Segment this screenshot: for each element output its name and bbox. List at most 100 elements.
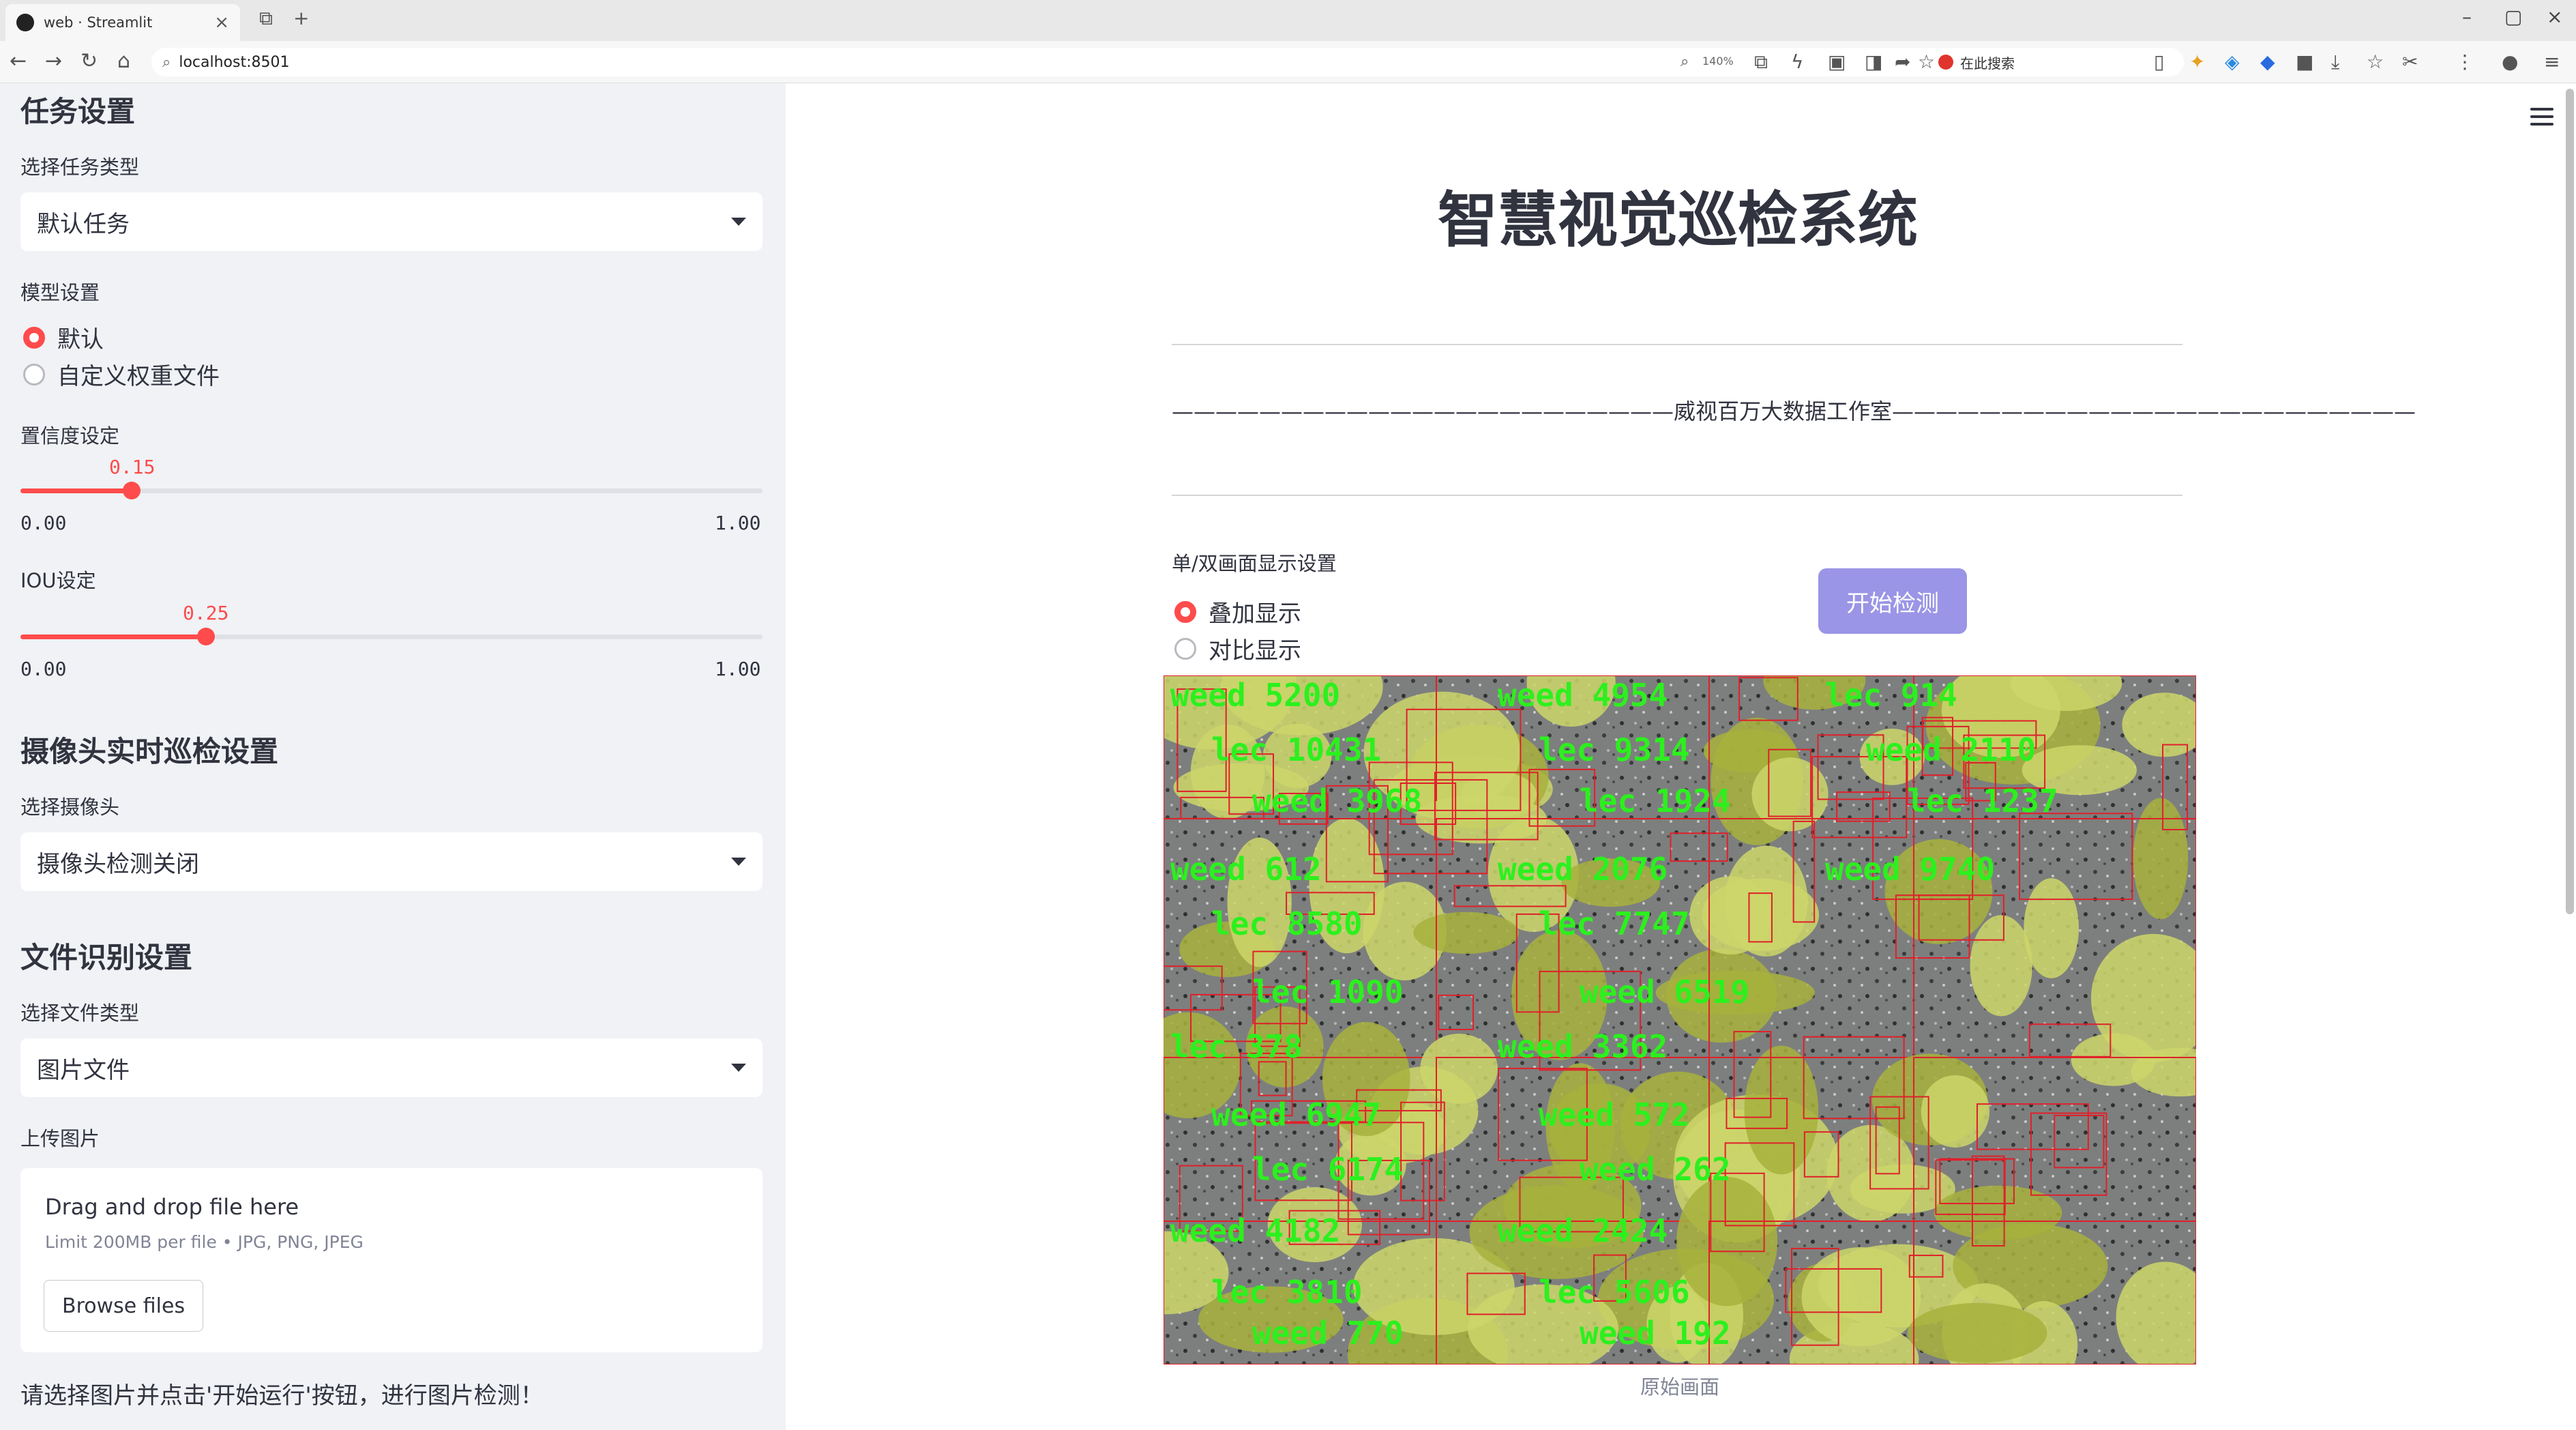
detection-label: weed 4182 bbox=[1170, 1212, 1340, 1249]
zoom-level: 140% bbox=[1702, 55, 1734, 68]
detection-label: weed 3362 bbox=[1498, 1028, 1668, 1065]
restore-icon[interactable]: ▢ bbox=[2504, 5, 2522, 28]
close-tab-icon[interactable]: × bbox=[214, 12, 229, 33]
display-option-overlay[interactable]: 叠加显示 bbox=[1174, 595, 1301, 628]
detection-label: lec 914 bbox=[1825, 677, 1957, 714]
tab-groups-icon[interactable]: ⧉ bbox=[259, 7, 273, 30]
detection-label: lec 378 bbox=[1170, 1028, 1303, 1065]
detection-label: lec 3810 bbox=[1211, 1274, 1363, 1311]
iou-min: 0.00 bbox=[20, 658, 67, 680]
model-option-default[interactable]: 默认 bbox=[23, 321, 104, 354]
iou-label: IOU设定 bbox=[20, 569, 96, 592]
download-icon[interactable]: ⤓ bbox=[2331, 50, 2339, 74]
main-scrollbar[interactable] bbox=[2566, 89, 2574, 914]
iou-value: 0.25 bbox=[183, 602, 229, 624]
hamburger-menu-icon[interactable] bbox=[2530, 108, 2553, 130]
studio-subtitle: ———————————————————————威视百万大数据工作室———————… bbox=[1172, 398, 2416, 424]
mobile-icon[interactable]: ▯ bbox=[2154, 50, 2164, 73]
cut-icon[interactable]: ✂ bbox=[2402, 50, 2418, 73]
zoom-icon[interactable]: ⌕ bbox=[1681, 53, 1689, 70]
share-icon[interactable]: ➦ bbox=[1895, 50, 1910, 73]
detection-label: weed 4954 bbox=[1498, 677, 1668, 714]
extension-ai-icon[interactable]: ✦ bbox=[2189, 50, 2205, 73]
confidence-slider[interactable] bbox=[20, 482, 763, 499]
confidence-max: 1.00 bbox=[715, 512, 761, 534]
sidebar-toggle-icon[interactable]: ◨ bbox=[1865, 50, 1882, 73]
image-caption: 原始画面 bbox=[1640, 1375, 1719, 1399]
detection-result-image: weed 5200 lec 10431 weed 3968 weed 612 lec 8… bbox=[1164, 675, 2196, 1365]
detection-label: weed 192 bbox=[1580, 1315, 1731, 1352]
chevron-down-icon bbox=[731, 218, 746, 226]
task-type-value: 默认任务 bbox=[37, 210, 130, 238]
extension-cube-icon[interactable]: ◈ bbox=[2225, 50, 2240, 73]
leaf-blob bbox=[1751, 757, 1829, 832]
detection-label: lec 8580 bbox=[1211, 905, 1363, 942]
display-option-compare[interactable]: 对比显示 bbox=[1174, 632, 1301, 665]
confidence-value: 0.15 bbox=[109, 456, 156, 478]
leaf-blob bbox=[1744, 1045, 1819, 1175]
camera-select[interactable]: 摄像头检测关闭 bbox=[20, 832, 763, 891]
confidence-label: 置信度设定 bbox=[20, 424, 120, 448]
drop-text: Drag and drop file here bbox=[45, 1194, 299, 1220]
more-icon[interactable]: ⋮ bbox=[2455, 50, 2474, 73]
extension-dark-icon[interactable]: ■ bbox=[2296, 50, 2313, 73]
minimize-icon[interactable]: – bbox=[2462, 5, 2472, 28]
leaf-blob bbox=[1907, 1302, 2047, 1363]
detection-label: weed 770 bbox=[1252, 1315, 1404, 1352]
screenshot-icon[interactable]: ▣ bbox=[1828, 50, 1846, 73]
lightning-icon[interactable]: ϟ bbox=[1791, 50, 1803, 73]
task-type-label: 选择任务类型 bbox=[20, 156, 140, 179]
detection-label: lec 5606 bbox=[1539, 1274, 1690, 1311]
radio-selected-icon bbox=[1174, 600, 1196, 623]
radio-selected-icon bbox=[23, 326, 45, 349]
streamlit-favicon-icon bbox=[16, 14, 34, 31]
bookmarks-icon[interactable]: ☆ bbox=[2367, 50, 2384, 73]
file-type-select[interactable]: 图片文件 bbox=[20, 1038, 763, 1097]
leaf-blob bbox=[2133, 798, 2189, 920]
translate-icon[interactable]: ⧉ bbox=[1754, 50, 1768, 74]
upload-label: 上传图片 bbox=[20, 1127, 100, 1150]
display-option-compare-label: 对比显示 bbox=[1209, 637, 1301, 665]
browser-tab[interactable]: web · Streamlit × bbox=[5, 4, 240, 41]
leaf-blob bbox=[1970, 915, 2032, 1017]
camera-section-title: 摄像头实时巡检设置 bbox=[20, 735, 279, 768]
back-icon[interactable]: ← bbox=[10, 49, 27, 73]
reload-icon[interactable]: ↻ bbox=[80, 49, 98, 73]
task-type-select[interactable]: 默认任务 bbox=[20, 192, 763, 251]
confidence-slider-thumb[interactable] bbox=[123, 482, 141, 499]
favorite-icon[interactable]: ☆ bbox=[1918, 50, 1935, 73]
iou-max: 1.00 bbox=[715, 658, 761, 680]
detection-label: weed 2110 bbox=[1866, 731, 2036, 768]
start-detection-button[interactable]: 开始检测 bbox=[1818, 568, 1967, 634]
browse-files-button[interactable]: Browse files bbox=[44, 1280, 204, 1332]
iou-slider-thumb[interactable] bbox=[197, 628, 215, 645]
search-engine-icon bbox=[1938, 55, 1953, 70]
extension-translate-icon[interactable]: ◆ bbox=[2260, 50, 2275, 73]
detection-label: weed 3968 bbox=[1252, 783, 1422, 819]
forward-icon[interactable]: → bbox=[45, 49, 62, 73]
upload-hint: 请选择图片并点击'开始运行'按钮，进行图片检测！ bbox=[20, 1382, 544, 1410]
search-engine-box[interactable]: 在此搜索 bbox=[1938, 49, 2143, 75]
detection-label: weed 612 bbox=[1170, 851, 1322, 888]
confidence-slider-fill bbox=[20, 488, 132, 493]
detection-label: lec 7747 bbox=[1539, 905, 1690, 942]
chevron-down-icon bbox=[731, 1064, 746, 1072]
browser-toolbar: ← → ↻ ⌂ ⌕ localhost:8501 ⌕ 140% ⧉ ϟ ▣ ◨ … bbox=[0, 41, 2576, 83]
new-tab-icon[interactable]: + bbox=[293, 7, 309, 29]
tab-title: web · Streamlit bbox=[44, 14, 153, 31]
close-window-icon[interactable]: × bbox=[2547, 5, 2562, 28]
iou-slider[interactable] bbox=[20, 628, 763, 645]
leaf-blob bbox=[1921, 1075, 1990, 1148]
profile-avatar-icon[interactable]: ● bbox=[2502, 50, 2518, 73]
search-engine-text: 在此搜索 bbox=[1960, 55, 2015, 72]
model-option-custom[interactable]: 自定义权重文件 bbox=[23, 358, 220, 391]
file-section-title: 文件识别设置 bbox=[20, 941, 193, 974]
menu-icon[interactable]: ≡ bbox=[2544, 50, 2560, 73]
camera-value: 摄像头检测关闭 bbox=[37, 850, 199, 878]
file-uploader-dropzone[interactable]: Drag and drop file here Limit 200MB per … bbox=[20, 1168, 763, 1352]
detection-label: lec 6174 bbox=[1252, 1151, 1404, 1188]
home-icon[interactable]: ⌂ bbox=[117, 49, 130, 73]
leaf-blob bbox=[1676, 1177, 1778, 1307]
divider-top bbox=[1172, 344, 2182, 345]
page-title: 智慧视觉巡检系统 bbox=[1437, 185, 1918, 255]
